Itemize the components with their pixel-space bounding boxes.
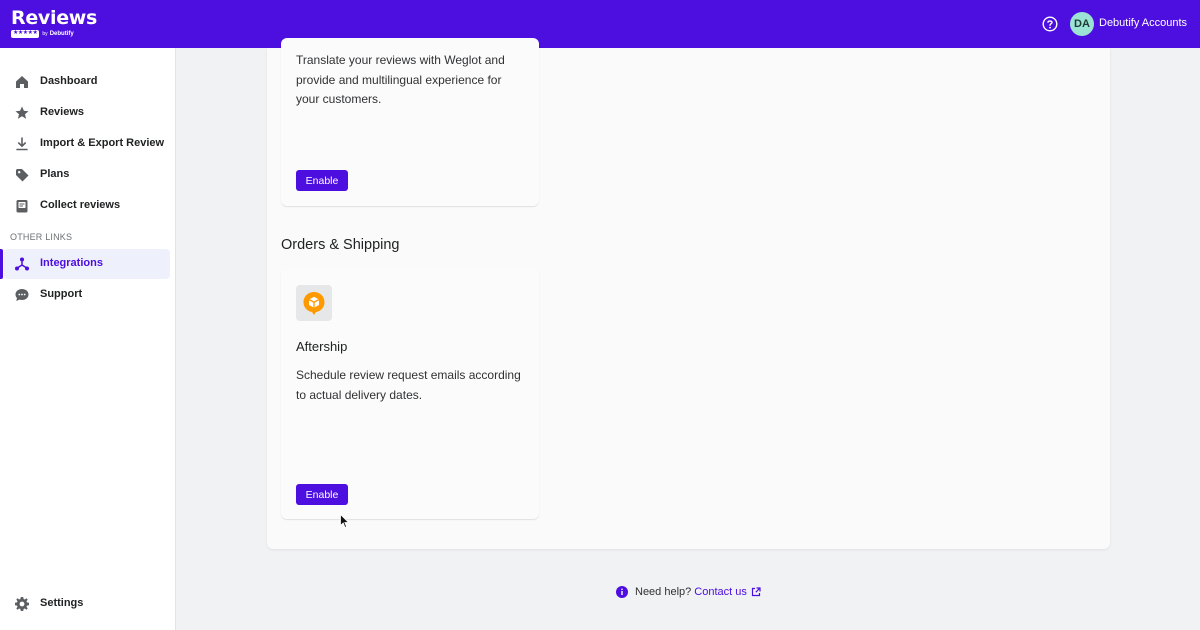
sidebar-item-dashboard[interactable]: Dashboard xyxy=(4,67,170,97)
integrations-panel: Translate your reviews with Weglot and p… xyxy=(267,38,1110,549)
help-text: Need help? xyxy=(635,586,692,598)
reviews-logo[interactable]: Reviews ★★★★★ by Debutify xyxy=(11,9,101,39)
footer-help: Need help? Contact us xyxy=(616,586,761,598)
aftership-integration-card: Aftership Schedule review request emails… xyxy=(281,269,539,519)
network-icon xyxy=(15,257,29,271)
logo-subline: ★★★★★ by Debutify xyxy=(11,30,101,38)
contact-us-link[interactable]: Contact us xyxy=(694,586,747,598)
card-description: Schedule review request emails according… xyxy=(296,368,521,402)
aftership-logo-icon xyxy=(303,292,325,315)
star-icon xyxy=(15,106,29,119)
account-name[interactable]: Debutify Accounts xyxy=(1099,17,1187,29)
sidebar-item-support[interactable]: Support xyxy=(4,280,170,310)
sidebar-item-reviews[interactable]: Reviews xyxy=(4,98,170,128)
logo-by: by xyxy=(42,31,48,37)
card-description: Translate your reviews with Weglot and p… xyxy=(296,53,505,106)
clipboard-icon xyxy=(16,200,28,213)
external-link-icon[interactable] xyxy=(751,587,761,597)
card-title: Aftership xyxy=(296,339,348,354)
download-icon xyxy=(16,137,28,151)
weglot-enable-button[interactable]: Enable xyxy=(296,170,348,191)
sidebar: Dashboard Reviews Import & Export Review… xyxy=(0,48,176,630)
sidebar-item-label: Dashboard xyxy=(40,75,98,87)
gear-icon xyxy=(15,597,29,611)
aftership-enable-button[interactable]: Enable xyxy=(296,484,348,505)
logo-stars: ★★★★★ xyxy=(11,30,40,38)
info-circle-icon xyxy=(616,586,628,598)
logo-text: Reviews xyxy=(11,7,98,29)
logo-brand: Debutify xyxy=(49,31,74,37)
chat-bubble-icon xyxy=(15,289,29,301)
tag-icon xyxy=(16,169,29,182)
sidebar-item-label: Reviews xyxy=(40,106,85,118)
sidebar-item-settings[interactable]: Settings xyxy=(4,589,170,619)
sidebar-item-label: Collect reviews xyxy=(40,199,121,211)
weglot-integration-card: Translate your reviews with Weglot and p… xyxy=(281,38,539,206)
home-icon xyxy=(16,76,28,88)
mouse-cursor-icon xyxy=(340,514,350,529)
section-label-other-links: OTHER LINKS xyxy=(10,232,73,242)
sidebar-item-label: Support xyxy=(40,288,83,300)
question-circle-icon[interactable] xyxy=(1042,16,1058,32)
sidebar-item-label: Settings xyxy=(40,597,84,609)
aftership-icon xyxy=(296,285,332,321)
section-title-orders-shipping: Orders & Shipping xyxy=(281,237,400,253)
sidebar-item-collect-reviews[interactable]: Collect reviews xyxy=(4,191,170,221)
sidebar-item-plans[interactable]: Plans xyxy=(4,160,170,190)
avatar[interactable]: DA xyxy=(1070,12,1094,36)
sidebar-item-import-export[interactable]: Import & Export Review xyxy=(4,129,170,159)
sidebar-item-integrations[interactable]: Integrations xyxy=(0,249,170,279)
sidebar-item-label: Plans xyxy=(40,168,70,180)
top-bar: Reviews ★★★★★ by Debutify DA Debutify Ac… xyxy=(0,0,1200,48)
sidebar-item-label: Integrations xyxy=(40,257,103,269)
sidebar-item-label: Import & Export Review xyxy=(40,137,165,149)
